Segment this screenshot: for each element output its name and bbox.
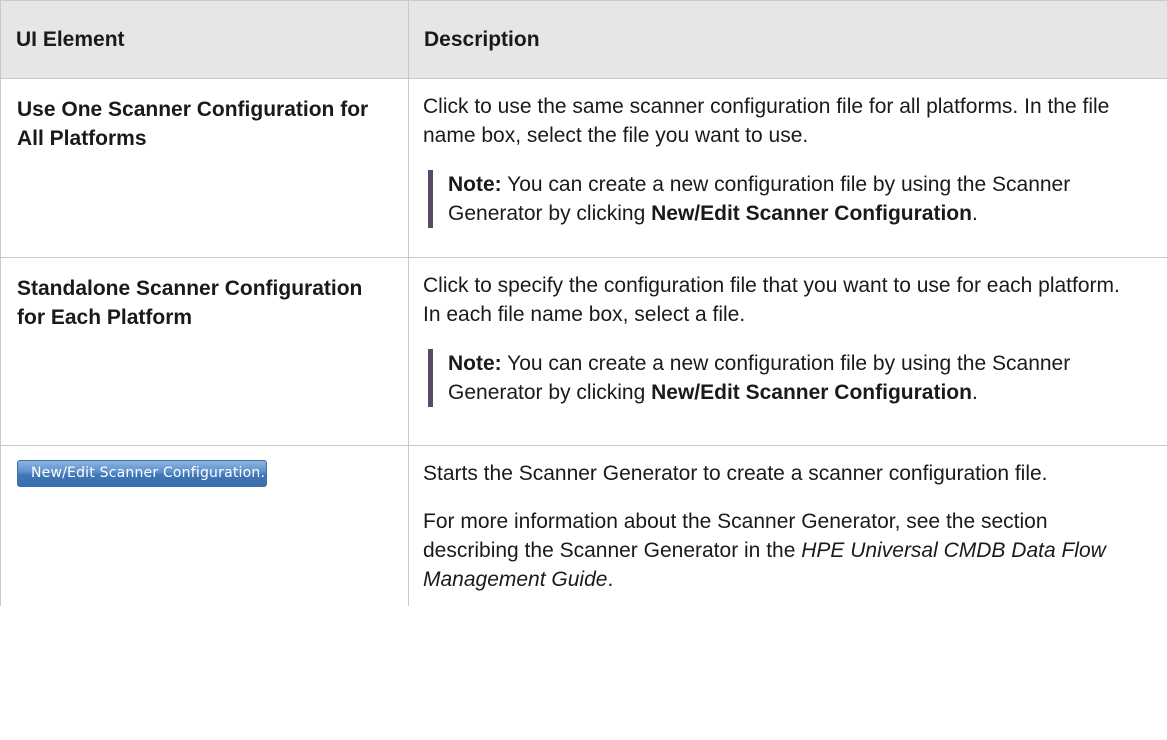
header-row: UI Element Description <box>0 0 1167 79</box>
element-description: Starts the Scanner Generator to create a… <box>408 445 1167 606</box>
element-name: Use One Scanner Configuration for All Pl… <box>0 78 409 258</box>
note-end: . <box>971 381 978 404</box>
note-bold-ref: New/Edit Scanner Configuration <box>651 381 972 404</box>
more-info-end: . <box>607 568 614 591</box>
element-description: Click to use the same scanner configurat… <box>408 78 1167 258</box>
table-row: New/Edit Scanner Configuration... Starts… <box>0 445 1167 606</box>
header-ui-element: UI Element <box>0 0 409 79</box>
note-block: Note: You can create a new configuration… <box>428 170 1143 228</box>
note-label: Note: <box>448 173 502 196</box>
table-header: UI Element Description <box>0 0 1167 79</box>
ui-elements-table: UI Element Description Use One Scanner C… <box>0 0 1167 606</box>
note-block: Note: You can create a new configuration… <box>428 349 1143 407</box>
header-description: Description <box>408 0 1167 79</box>
table-row: Use One Scanner Configuration for All Pl… <box>0 78 1167 258</box>
element-description: Click to specify the configuration file … <box>408 257 1167 446</box>
new-edit-scanner-configuration-button[interactable]: New/Edit Scanner Configuration... <box>17 460 267 487</box>
note-bold-ref: New/Edit Scanner Configuration <box>651 202 972 225</box>
element-name-text: Standalone Scanner Configuration for Eac… <box>17 277 363 329</box>
note-end: . <box>971 202 978 225</box>
description-text: Click to specify the configuration file … <box>423 274 1120 326</box>
element-button-cell: New/Edit Scanner Configuration... <box>0 445 409 606</box>
more-info-text: For more information about the Scanner G… <box>423 507 1143 594</box>
element-name: Standalone Scanner Configuration for Eac… <box>0 257 409 446</box>
element-name-text: Use One Scanner Configuration for All Pl… <box>17 98 369 150</box>
description-text: Starts the Scanner Generator to create a… <box>423 462 1048 485</box>
table-row: Standalone Scanner Configuration for Eac… <box>0 257 1167 446</box>
note-label: Note: <box>448 352 502 375</box>
description-text: Click to use the same scanner configurat… <box>423 95 1110 147</box>
